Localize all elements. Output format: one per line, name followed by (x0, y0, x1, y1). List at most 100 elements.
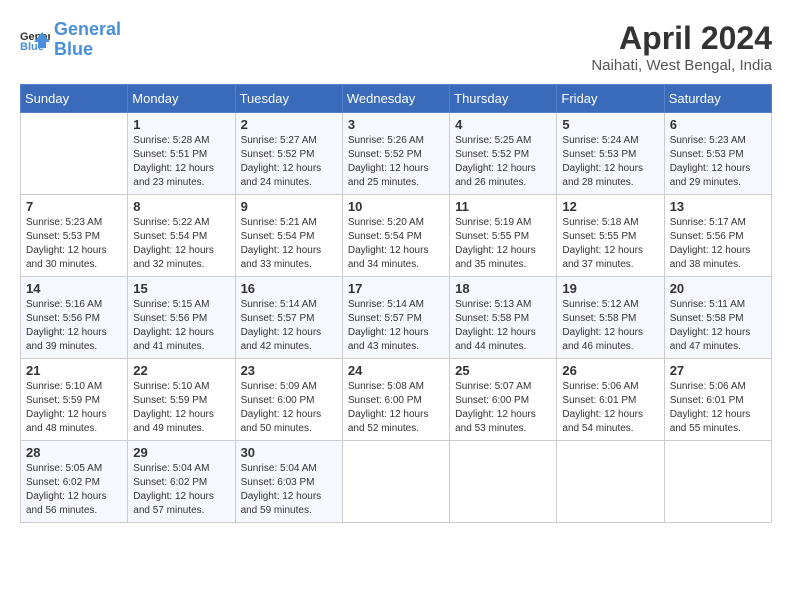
day-info: Sunrise: 5:26 AM Sunset: 5:52 PM Dayligh… (348, 134, 444, 190)
day-number: 29 (133, 445, 229, 460)
day-number: 30 (241, 445, 337, 460)
day-info: Sunrise: 5:20 AM Sunset: 5:54 PM Dayligh… (348, 216, 444, 272)
calendar-table: SundayMondayTuesdayWednesdayThursdayFrid… (20, 84, 772, 523)
calendar-cell: 29Sunrise: 5:04 AM Sunset: 6:02 PM Dayli… (128, 441, 235, 523)
calendar-cell: 28 Sunrise: 5:05 AM Sunset: 6:02 PM Dayli… (21, 441, 128, 523)
calendar-cell: 20 Sunrise: 5:11 AM Sunset: 5:58 PM Dayli… (664, 277, 771, 359)
day-info: Sunrise: 5:05 AM Sunset: 6:02 PM Dayligh… (26, 462, 122, 518)
calendar-cell: 13Sunrise: 5:17 AM Sunset: 5:56 PM Dayli… (664, 195, 771, 277)
day-number: 22 (133, 363, 229, 378)
day-info: Sunrise: 5:04 AM Sunset: 6:03 PM Dayligh… (241, 462, 337, 518)
page-header: General Blue GeneralBlue April 2024 Naih… (20, 20, 772, 74)
day-info: Sunrise: 5:28 AM Sunset: 5:51 PM Dayligh… (133, 134, 229, 190)
calendar-cell: 7 Sunrise: 5:23 AM Sunset: 5:53 PM Daylig… (21, 195, 128, 277)
day-number: 12 (562, 199, 658, 214)
day-info: Sunrise: 5:11 AM Sunset: 5:58 PM Dayligh… (670, 298, 766, 354)
calendar-cell: 27 Sunrise: 5:06 AM Sunset: 6:01 PM Dayli… (664, 359, 771, 441)
calendar-cell: 22 Sunrise: 5:10 AM Sunset: 5:59 PM Dayli… (128, 359, 235, 441)
logo-text: GeneralBlue (54, 20, 121, 60)
day-number: 11 (455, 199, 551, 214)
weekday-header-row: SundayMondayTuesdayWednesdayThursdayFrid… (21, 85, 772, 113)
weekday-header-friday: Friday (557, 85, 664, 113)
calendar-week-3: 14Sunrise: 5:16 AM Sunset: 5:56 PM Dayli… (21, 277, 772, 359)
day-info: Sunrise: 5:19 AM Sunset: 5:55 PM Dayligh… (455, 216, 551, 272)
calendar-cell: 18 Sunrise: 5:13 AM Sunset: 5:58 PM Dayli… (450, 277, 557, 359)
weekday-header-monday: Monday (128, 85, 235, 113)
calendar-week-2: 7 Sunrise: 5:23 AM Sunset: 5:53 PM Daylig… (21, 195, 772, 277)
day-number: 19 (562, 281, 658, 296)
weekday-header-tuesday: Tuesday (235, 85, 342, 113)
day-number: 4 (455, 117, 551, 132)
day-number: 24 (348, 363, 444, 378)
calendar-cell: 30 Sunrise: 5:04 AM Sunset: 6:03 PM Dayli… (235, 441, 342, 523)
day-info: Sunrise: 5:10 AM Sunset: 5:59 PM Dayligh… (26, 380, 122, 436)
calendar-body: 1 Sunrise: 5:28 AM Sunset: 5:51 PM Daylig… (21, 113, 772, 523)
day-info: Sunrise: 5:25 AM Sunset: 5:52 PM Dayligh… (455, 134, 551, 190)
calendar-cell: 8 Sunrise: 5:22 AM Sunset: 5:54 PM Daylig… (128, 195, 235, 277)
calendar-cell (450, 441, 557, 523)
day-info: Sunrise: 5:06 AM Sunset: 6:01 PM Dayligh… (670, 380, 766, 436)
calendar-cell: 16 Sunrise: 5:14 AM Sunset: 5:57 PM Dayli… (235, 277, 342, 359)
calendar-cell: 6 Sunrise: 5:23 AM Sunset: 5:53 PM Daylig… (664, 113, 771, 195)
calendar-cell: 21 Sunrise: 5:10 AM Sunset: 5:59 PM Dayli… (21, 359, 128, 441)
day-info: Sunrise: 5:10 AM Sunset: 5:59 PM Dayligh… (133, 380, 229, 436)
day-number: 7 (26, 199, 122, 214)
weekday-header-saturday: Saturday (664, 85, 771, 113)
weekday-header-wednesday: Wednesday (342, 85, 449, 113)
day-info: Sunrise: 5:14 AM Sunset: 5:57 PM Dayligh… (348, 298, 444, 354)
day-number: 1 (133, 117, 229, 132)
calendar-week-1: 1 Sunrise: 5:28 AM Sunset: 5:51 PM Daylig… (21, 113, 772, 195)
calendar-cell: 26 Sunrise: 5:06 AM Sunset: 6:01 PM Dayli… (557, 359, 664, 441)
calendar-cell: 17 Sunrise: 5:14 AM Sunset: 5:57 PM Dayli… (342, 277, 449, 359)
title-block: April 2024 Naihati, West Bengal, India (591, 20, 772, 74)
calendar-cell: 24 Sunrise: 5:08 AM Sunset: 6:00 PM Dayli… (342, 359, 449, 441)
day-number: 20 (670, 281, 766, 296)
day-number: 10 (348, 199, 444, 214)
day-number: 2 (241, 117, 337, 132)
day-number: 18 (455, 281, 551, 296)
location: Naihati, West Bengal, India (591, 57, 772, 74)
calendar-cell: 4 Sunrise: 5:25 AM Sunset: 5:52 PM Daylig… (450, 113, 557, 195)
day-info: Sunrise: 5:16 AM Sunset: 5:56 PM Dayligh… (26, 298, 122, 354)
day-number: 6 (670, 117, 766, 132)
day-info: Sunrise: 5:14 AM Sunset: 5:57 PM Dayligh… (241, 298, 337, 354)
day-number: 8 (133, 199, 229, 214)
day-info: Sunrise: 5:13 AM Sunset: 5:58 PM Dayligh… (455, 298, 551, 354)
day-info: Sunrise: 5:06 AM Sunset: 6:01 PM Dayligh… (562, 380, 658, 436)
day-number: 3 (348, 117, 444, 132)
day-number: 9 (241, 199, 337, 214)
day-number: 21 (26, 363, 122, 378)
calendar-cell: 2 Sunrise: 5:27 AM Sunset: 5:52 PM Daylig… (235, 113, 342, 195)
day-info: Sunrise: 5:22 AM Sunset: 5:54 PM Dayligh… (133, 216, 229, 272)
day-number: 26 (562, 363, 658, 378)
calendar-cell (557, 441, 664, 523)
day-info: Sunrise: 5:08 AM Sunset: 6:00 PM Dayligh… (348, 380, 444, 436)
day-info: Sunrise: 5:27 AM Sunset: 5:52 PM Dayligh… (241, 134, 337, 190)
day-info: Sunrise: 5:23 AM Sunset: 5:53 PM Dayligh… (670, 134, 766, 190)
day-number: 16 (241, 281, 337, 296)
day-number: 27 (670, 363, 766, 378)
calendar-cell: 23Sunrise: 5:09 AM Sunset: 6:00 PM Dayli… (235, 359, 342, 441)
calendar-cell: 3 Sunrise: 5:26 AM Sunset: 5:52 PM Daylig… (342, 113, 449, 195)
month-title: April 2024 (591, 20, 772, 57)
calendar-week-5: 28 Sunrise: 5:05 AM Sunset: 6:02 PM Dayli… (21, 441, 772, 523)
calendar-cell: 5Sunrise: 5:24 AM Sunset: 5:53 PM Daylig… (557, 113, 664, 195)
calendar-cell: 9 Sunrise: 5:21 AM Sunset: 5:54 PM Daylig… (235, 195, 342, 277)
calendar-cell: 1 Sunrise: 5:28 AM Sunset: 5:51 PM Daylig… (128, 113, 235, 195)
day-info: Sunrise: 5:17 AM Sunset: 5:56 PM Dayligh… (670, 216, 766, 272)
day-number: 15 (133, 281, 229, 296)
day-info: Sunrise: 5:24 AM Sunset: 5:53 PM Dayligh… (562, 134, 658, 190)
calendar-cell (21, 113, 128, 195)
calendar-week-4: 21 Sunrise: 5:10 AM Sunset: 5:59 PM Dayli… (21, 359, 772, 441)
day-info: Sunrise: 5:21 AM Sunset: 5:54 PM Dayligh… (241, 216, 337, 272)
day-number: 25 (455, 363, 551, 378)
day-number: 28 (26, 445, 122, 460)
logo-icon: General Blue (20, 28, 50, 52)
calendar-cell: 12Sunrise: 5:18 AM Sunset: 5:55 PM Dayli… (557, 195, 664, 277)
calendar-cell: 10 Sunrise: 5:20 AM Sunset: 5:54 PM Dayli… (342, 195, 449, 277)
day-info: Sunrise: 5:15 AM Sunset: 5:56 PM Dayligh… (133, 298, 229, 354)
day-number: 17 (348, 281, 444, 296)
day-info: Sunrise: 5:23 AM Sunset: 5:53 PM Dayligh… (26, 216, 122, 272)
weekday-header-thursday: Thursday (450, 85, 557, 113)
calendar-cell (342, 441, 449, 523)
